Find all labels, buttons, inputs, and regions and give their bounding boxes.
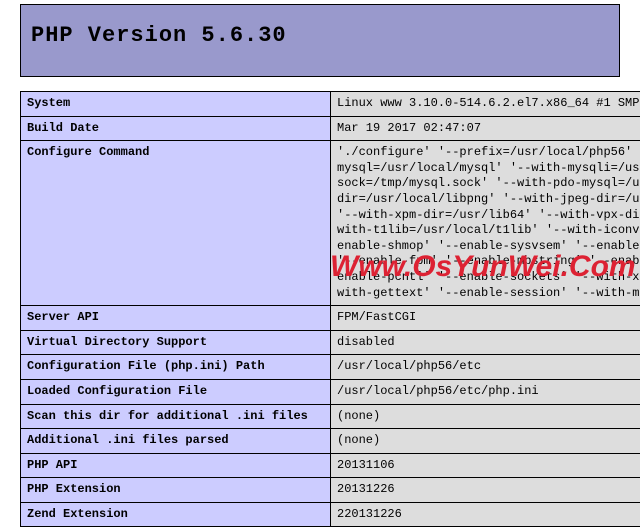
table-row: PHP API 20131106 [21, 453, 640, 478]
key-additional-ini: Additional .ini files parsed [21, 429, 331, 454]
key-zend-extension: Zend Extension [21, 502, 331, 527]
key-php-extension: PHP Extension [21, 478, 331, 503]
val-config-path: /usr/local/php56/etc [331, 355, 640, 380]
table-row: Configure Command './configure' '--prefi… [21, 141, 640, 306]
phpinfo-header: PHP Version 5.6.30 [20, 4, 620, 77]
table-row: Virtual Directory Support disabled [21, 330, 640, 355]
key-server-api: Server API [21, 306, 331, 331]
table-row: Loaded Configuration File /usr/local/php… [21, 379, 640, 404]
val-zend-extension: 220131226 [331, 502, 640, 527]
table-row: Scan this dir for additional .ini files … [21, 404, 640, 429]
val-php-extension: 20131226 [331, 478, 640, 503]
table-row: Server API FPM/FastCGI [21, 306, 640, 331]
key-virtual-dir: Virtual Directory Support [21, 330, 331, 355]
key-php-api: PHP API [21, 453, 331, 478]
val-loaded-config: /usr/local/php56/etc/php.ini [331, 379, 640, 404]
val-system: Linux www 3.10.0-514.6.2.el7.x86_64 #1 S… [331, 92, 640, 117]
val-build-date: Mar 19 2017 02:47:07 [331, 116, 640, 141]
val-scan-dir: (none) [331, 404, 640, 429]
page-title: PHP Version 5.6.30 [31, 23, 609, 48]
key-build-date: Build Date [21, 116, 331, 141]
key-configure-command: Configure Command [21, 141, 331, 306]
val-server-api: FPM/FastCGI [331, 306, 640, 331]
val-php-api: 20131106 [331, 453, 640, 478]
val-configure-command: './configure' '--prefix=/usr/local/php56… [331, 141, 640, 306]
table-row: System Linux www 3.10.0-514.6.2.el7.x86_… [21, 92, 640, 117]
key-system: System [21, 92, 331, 117]
table-row: Additional .ini files parsed (none) [21, 429, 640, 454]
table-row: Configuration File (php.ini) Path /usr/l… [21, 355, 640, 380]
table-row: Build Date Mar 19 2017 02:47:07 [21, 116, 640, 141]
val-additional-ini: (none) [331, 429, 640, 454]
phpinfo-table: System Linux www 3.10.0-514.6.2.el7.x86_… [20, 91, 640, 527]
val-virtual-dir: disabled [331, 330, 640, 355]
key-loaded-config: Loaded Configuration File [21, 379, 331, 404]
key-config-path: Configuration File (php.ini) Path [21, 355, 331, 380]
key-scan-dir: Scan this dir for additional .ini files [21, 404, 331, 429]
table-row: Zend Extension 220131226 [21, 502, 640, 527]
table-row: PHP Extension 20131226 [21, 478, 640, 503]
